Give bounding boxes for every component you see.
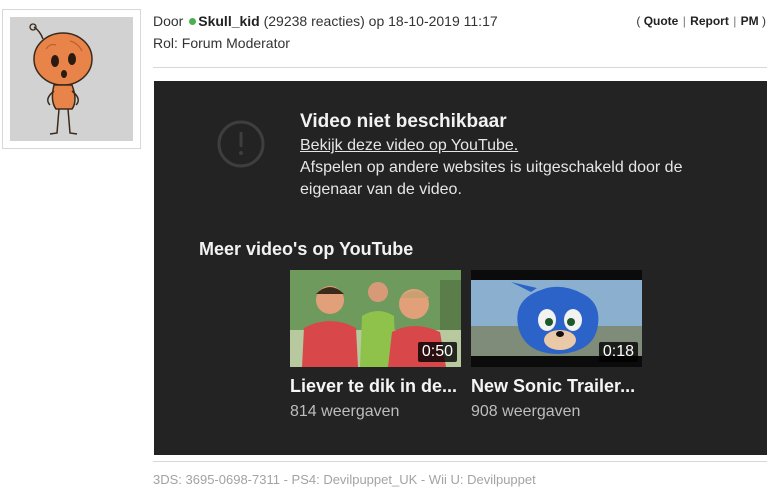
user-role: Rol: Forum Moderator [153, 35, 290, 51]
video-unavailable-title: Video niet beschikbaar [300, 111, 507, 132]
actions-close-paren: ) [762, 14, 766, 28]
video-duration: 0:18 [598, 342, 638, 362]
post-actions: ( Quote | Report | PM ) [636, 12, 766, 30]
user-signature: 3DS: 3695-0698-7311 - PS4: Devilpuppet_U… [153, 472, 536, 487]
video-thumbnail[interactable]: 0:50 [290, 270, 461, 367]
divider [153, 67, 767, 68]
video-duration: 0:50 [417, 342, 457, 362]
reaction-count: (29238 reacties) [263, 13, 365, 29]
actions-separator: | [682, 14, 686, 28]
post-author-line: Door Skull_kid (29238 reacties) op 18-10… [153, 11, 498, 31]
more-videos-title: Meer video's op YouTube [199, 239, 414, 259]
date-prefix: op [368, 13, 385, 29]
video-embed[interactable]: Video niet beschikbaar Bekijk deze video… [154, 81, 767, 455]
exclamation-circle-icon [217, 120, 265, 168]
video-unavailable-description: Afspelen op andere websites is uitgescha… [300, 159, 683, 198]
actions-separator: | [733, 14, 737, 28]
actions-open-paren: ( [636, 14, 641, 28]
avatar [10, 17, 133, 141]
video-views: 908 weergaven [471, 403, 581, 420]
video-title[interactable]: Liever te dik in de... [290, 376, 457, 397]
report-button[interactable]: Report [690, 14, 729, 28]
video-views: 814 weergaven [290, 403, 400, 420]
video-title[interactable]: New Sonic Trailer... [471, 376, 635, 397]
online-status-dot [189, 18, 197, 26]
signature-divider [153, 461, 767, 462]
pm-button[interactable]: PM [741, 14, 759, 28]
watch-on-youtube-link[interactable]: Bekijk deze video op YouTube. [300, 137, 518, 155]
quote-button[interactable]: Quote [644, 14, 679, 28]
username-link[interactable]: Skull_kid [198, 13, 259, 29]
by-label: Door [153, 13, 184, 29]
video-thumbnail[interactable]: 0:18 [471, 270, 642, 367]
post-datetime: 18-10-2019 11:17 [388, 13, 498, 29]
avatar-frame [2, 9, 141, 149]
